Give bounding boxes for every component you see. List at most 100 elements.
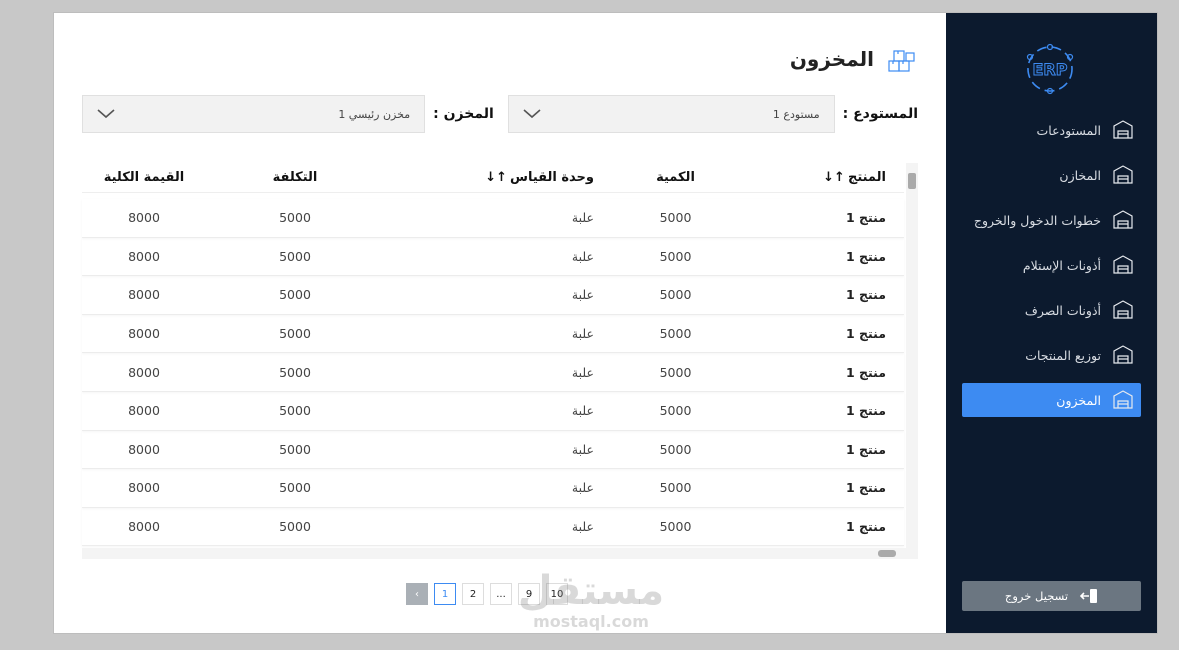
cell-quantity: 5000 xyxy=(659,403,692,419)
cell-total: 8000 xyxy=(128,441,160,457)
inventory-table: المنتج ↑↓ الكمية وحدة القياس ↑↓ التكلفة ال… xyxy=(82,163,918,559)
cell-cost: 5000 xyxy=(279,248,311,264)
horizontal-scrollbar[interactable] xyxy=(82,548,918,559)
page-header: المخزون xyxy=(790,43,918,75)
table-row[interactable]: منتج 1 5000 علبة 5000 8000 xyxy=(82,315,904,354)
sidebar-item-6[interactable]: المخزون xyxy=(962,383,1141,417)
cell-product: منتج 1 xyxy=(845,441,886,457)
cell-total: 8000 xyxy=(128,519,160,535)
cell-total: 8000 xyxy=(128,326,160,342)
table-row[interactable]: منتج 1 5000 علبة 5000 8000 xyxy=(82,199,904,238)
cell-unit: علبة xyxy=(571,248,594,264)
store-select[interactable]: مخزن رئيسي 1 xyxy=(82,95,426,133)
logout-button[interactable]: تسجيل خروج xyxy=(962,581,1141,611)
cell-cost: 5000 xyxy=(279,441,311,457)
cell-quantity: 5000 xyxy=(659,480,692,496)
sidebar-item-label: المستودعات xyxy=(1036,122,1102,138)
sidebar-item-2[interactable]: خطوات الدخول والخروج xyxy=(962,203,1141,237)
page-button[interactable]: 2 xyxy=(462,583,484,605)
table-header: المنتج ↑↓ الكمية وحدة القياس ↑↓ التكلفة ال… xyxy=(82,163,904,193)
cell-product: منتج 1 xyxy=(845,248,886,264)
erp-logo: ERP xyxy=(1026,43,1074,95)
table-row[interactable]: منتج 1 5000 علبة 5000 8000 xyxy=(82,431,904,470)
table-row[interactable]: منتج 1 5000 علبة 5000 8000 xyxy=(82,353,904,392)
col-header-product[interactable]: المنتج ↑↓ xyxy=(757,163,904,192)
sort-icon: ↑↓ xyxy=(485,170,508,185)
issue-doc-icon xyxy=(1113,300,1133,319)
table-row[interactable]: منتج 1 5000 علبة 5000 8000 xyxy=(82,469,904,508)
cell-unit: علبة xyxy=(571,326,594,342)
cell-total: 8000 xyxy=(128,403,160,419)
warehouse-select-value: مستودع 1 xyxy=(772,107,820,121)
warehouse-icon xyxy=(1113,120,1133,139)
warehouse-select[interactable]: مستودع 1 xyxy=(507,95,835,133)
cell-quantity: 5000 xyxy=(659,364,692,380)
filters-bar: المستودع : مستودع 1 المخزن : مخزن رئيسي … xyxy=(82,95,918,133)
col-header-cost: التكلفة xyxy=(272,170,318,185)
sort-icon: ↑↓ xyxy=(823,170,845,185)
store-select-value: مخزن رئيسي 1 xyxy=(338,107,411,121)
sidebar-nav: المستودعات المخازن خطوات الدخول والخروج أذو… xyxy=(962,113,1141,428)
cell-cost: 5000 xyxy=(279,210,311,226)
page-button[interactable]: 9 xyxy=(518,583,540,605)
cell-unit: علبة xyxy=(571,519,594,535)
chevron-down-icon xyxy=(523,109,541,119)
scroll-thumb[interactable] xyxy=(878,550,896,557)
cell-total: 8000 xyxy=(128,248,160,264)
sidebar-item-label: أذونات الصرف xyxy=(1024,302,1101,318)
pagination: ‹ 1 2... 9 10 xyxy=(406,583,568,605)
sidebar-item-label: أذونات الإستلام xyxy=(1022,257,1101,273)
cell-total: 8000 xyxy=(128,287,160,303)
cell-quantity: 5000 xyxy=(659,287,692,303)
cell-total: 8000 xyxy=(128,364,160,380)
cell-product: منتج 1 xyxy=(845,519,886,535)
sidebar-item-label: خطوات الدخول والخروج xyxy=(973,212,1101,228)
cell-unit: علبة xyxy=(571,287,594,303)
cell-product: منتج 1 xyxy=(845,326,886,342)
cell-cost: 5000 xyxy=(279,403,311,419)
cell-unit: علبة xyxy=(571,364,594,380)
cell-total: 8000 xyxy=(128,210,160,226)
cell-unit: علبة xyxy=(571,210,594,226)
page-button[interactable]: 1 xyxy=(434,583,456,605)
chevron-left-icon: ‹ xyxy=(415,588,419,600)
table-row[interactable]: منتج 1 5000 علبة 5000 8000 xyxy=(82,276,904,315)
sidebar-item-1[interactable]: المخازن xyxy=(962,158,1141,192)
sidebar-item-5[interactable]: توزيع المنتجات xyxy=(962,338,1141,372)
cell-product: منتج 1 xyxy=(845,210,886,226)
cell-cost: 5000 xyxy=(279,364,311,380)
cell-cost: 5000 xyxy=(279,326,311,342)
sidebar-item-0[interactable]: المستودعات xyxy=(962,113,1141,147)
cell-product: منتج 1 xyxy=(845,364,886,380)
warehouse-label: المستودع : xyxy=(842,106,918,122)
boxes-icon xyxy=(888,50,915,72)
col-header-unit[interactable]: وحدة القياس ↑↓ xyxy=(384,163,594,192)
cell-product: منتج 1 xyxy=(845,403,886,419)
scroll-thumb[interactable] xyxy=(908,173,916,189)
boxes-icon xyxy=(1113,390,1133,409)
cell-product: منتج 1 xyxy=(845,287,886,303)
table-row[interactable]: منتج 1 5000 علبة 5000 8000 xyxy=(82,238,904,277)
sidebar-item-3[interactable]: أذونات الإستلام xyxy=(962,248,1141,282)
cell-unit: علبة xyxy=(571,480,594,496)
vertical-scrollbar[interactable] xyxy=(906,163,918,548)
receipt-doc-icon xyxy=(1113,255,1133,274)
sidebar: ERP المستودعات المخازن خطوات الدخول والخرو… xyxy=(946,13,1157,633)
table-row[interactable]: منتج 1 5000 علبة 5000 8000 xyxy=(82,508,904,547)
prev-page-button[interactable]: ‹ xyxy=(406,583,428,605)
cell-product: منتج 1 xyxy=(845,480,886,496)
main-content: المخزون المستودع : مستودع 1 المخزن : مخز… xyxy=(54,13,946,633)
cell-cost: 5000 xyxy=(279,287,311,303)
table-row[interactable]: منتج 1 5000 علبة 5000 8000 xyxy=(82,392,904,431)
sidebar-item-4[interactable]: أذونات الصرف xyxy=(962,293,1141,327)
page-button[interactable]: 10 xyxy=(546,583,568,605)
page-title: المخزون xyxy=(789,47,874,71)
cell-quantity: 5000 xyxy=(659,441,692,457)
col-header-total: القيمة الكلية xyxy=(103,170,185,185)
chevron-down-icon xyxy=(97,109,115,119)
logout-icon xyxy=(1080,589,1098,603)
sidebar-item-label: المخزون xyxy=(1056,392,1101,408)
cell-unit: علبة xyxy=(571,441,594,457)
cell-unit: علبة xyxy=(571,403,594,419)
sidebar-item-label: توزيع المنتجات xyxy=(1025,347,1101,363)
